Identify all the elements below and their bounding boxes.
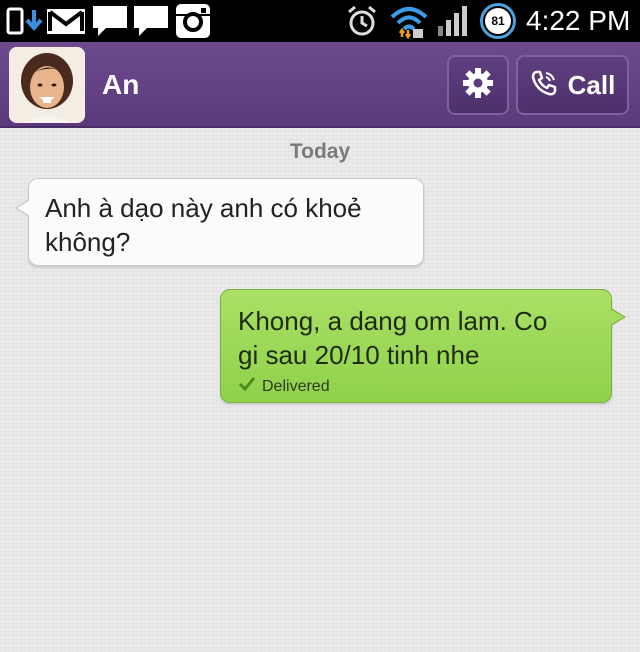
call-label: Call <box>567 69 616 100</box>
wifi-icon <box>389 0 429 42</box>
message-text-line: Khong, a dang om lam. Co <box>238 306 548 336</box>
message-text-line: gi sau 20/10 tinh nhe <box>238 340 480 370</box>
chat-header: An Call <box>0 42 640 128</box>
delivery-status: Delivered <box>238 376 595 398</box>
signal-icon <box>436 0 472 42</box>
status-bar: 81 4:22 PM <box>0 0 640 42</box>
checkmark-icon <box>238 376 256 398</box>
message-text-line: không? <box>45 227 131 257</box>
contact-avatar[interactable] <box>9 47 85 123</box>
message-text-line: Anh à dạo này anh có khoẻ <box>45 193 362 223</box>
outgoing-message[interactable]: Khong, a dang om lam. Co gi sau 20/10 ti… <box>220 289 626 403</box>
incoming-message[interactable]: Anh à dạo này anh có khoẻ không? <box>15 178 424 266</box>
alarm-icon <box>345 0 379 42</box>
gear-icon <box>461 66 495 105</box>
battery-indicator: 81 <box>480 3 516 39</box>
sim-download-icon <box>6 0 44 42</box>
battery-level: 81 <box>485 8 511 34</box>
settings-button[interactable] <box>447 55 509 115</box>
contact-name[interactable]: An <box>102 42 139 128</box>
gmail-icon <box>46 0 86 42</box>
conversation-area[interactable]: Today Anh à dạo này anh có khoẻ không? K… <box>0 128 640 652</box>
call-button[interactable]: Call <box>516 55 629 115</box>
delivery-status-label: Delivered <box>262 378 330 395</box>
instagram-icon <box>174 0 212 42</box>
status-time: 4:22 PM <box>526 5 631 36</box>
message-icon <box>133 0 169 42</box>
message-icon <box>92 0 128 42</box>
date-separator: Today <box>289 140 351 163</box>
phone-icon <box>530 69 558 102</box>
